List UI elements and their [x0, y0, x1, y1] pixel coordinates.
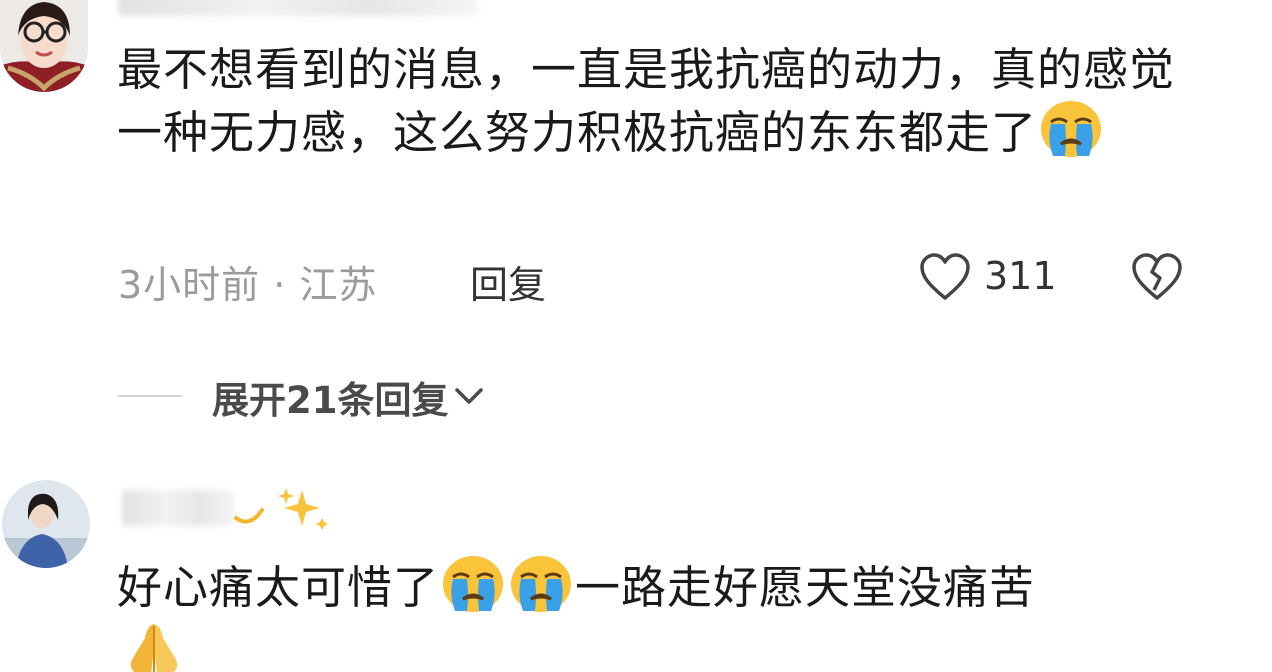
loudly-crying-face-icon	[1039, 100, 1103, 158]
expand-replies-row: 展开21条回复	[118, 370, 618, 422]
user-avatar[interactable]	[2, 480, 90, 568]
heart-outline-icon	[918, 252, 972, 306]
divider-line	[118, 395, 182, 397]
comment-body: 最不想看到的消息，一直是我抗癌的动力，真的感觉一种无力感，这么努力积极抗癌的东东…	[117, 43, 1176, 159]
blurred-username[interactable]	[118, 0, 478, 16]
comment-text: 最不想看到的消息，一直是我抗癌的动力，真的感觉一种无力感，这么努力积极抗癌的东东…	[117, 40, 1177, 163]
like-count: 311	[984, 254, 1057, 298]
sparkles-icon	[278, 488, 328, 530]
expand-replies-button[interactable]: 展开21条回复	[212, 370, 487, 422]
username-decoration	[232, 484, 332, 536]
comment-meta: 3小时前 · 江苏 回复 311	[118, 250, 1198, 309]
comment-text: 好心痛太可惜了 一路走好愿天堂没痛苦	[117, 555, 1177, 672]
loudly-crying-face-icon	[509, 555, 573, 613]
blurred-username[interactable]	[122, 490, 234, 526]
reply-button[interactable]: 回复	[470, 254, 546, 309]
broken-heart-icon[interactable]	[1130, 252, 1184, 306]
folded-hands-icon	[119, 618, 189, 672]
chevron-down-icon	[451, 382, 487, 412]
time-location: 3小时前 · 江苏	[118, 263, 378, 307]
comment-body-part1: 好心痛太可惜了	[117, 561, 440, 614]
expand-replies-label: 展开21条回复	[212, 379, 449, 422]
user-avatar[interactable]	[0, 0, 88, 92]
comment-body-part2: 一路走好愿天堂没痛苦	[575, 561, 1036, 614]
loudly-crying-face-icon	[441, 555, 505, 613]
comment-section: 最不想看到的消息，一直是我抗癌的动力，真的感觉一种无力感，这么努力积极抗癌的东东…	[0, 0, 1272, 672]
